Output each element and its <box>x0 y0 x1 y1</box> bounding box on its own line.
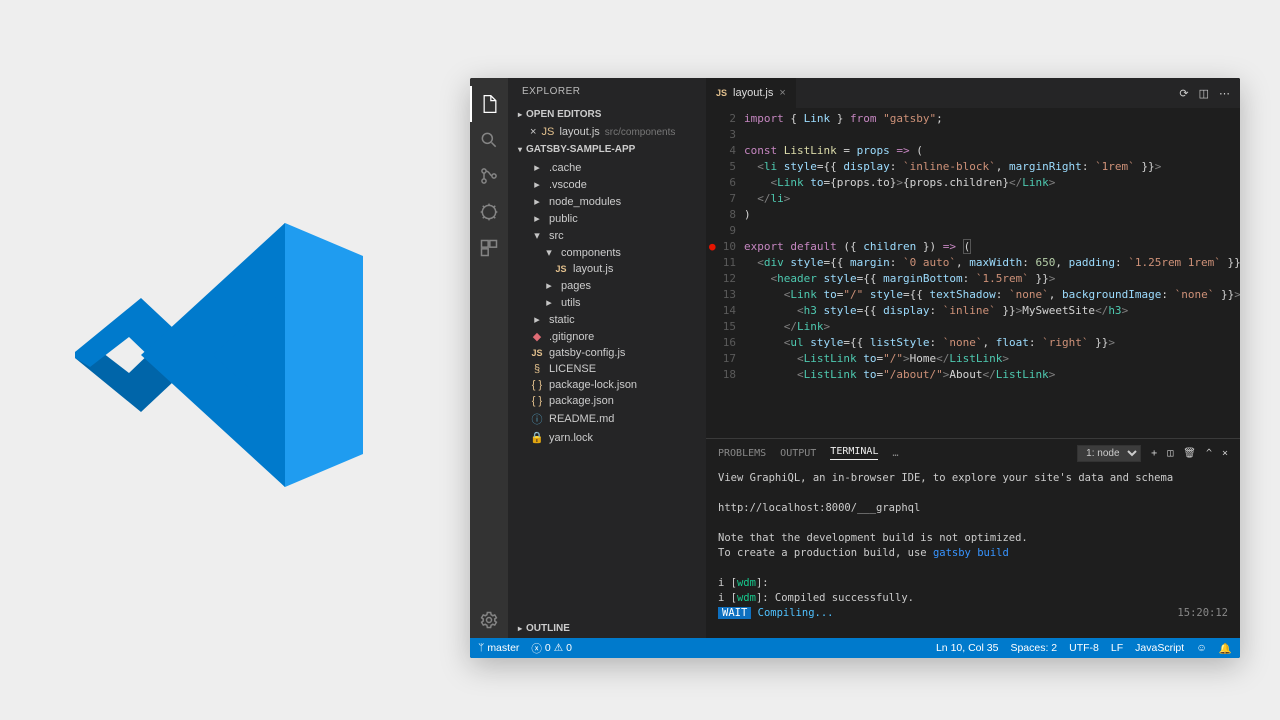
tab-bar: JS layout.js × ⟳ ◫ ⋯ <box>706 78 1240 108</box>
split-icon[interactable]: ◫ <box>1199 87 1209 100</box>
close-icon[interactable]: × <box>779 87 785 99</box>
close-panel-icon[interactable]: × <box>1222 448 1228 459</box>
tree-item-public[interactable]: ▸public <box>508 210 706 227</box>
terminal-selector[interactable]: 1: node <box>1077 445 1141 462</box>
editor-area: JS layout.js × ⟳ ◫ ⋯ 23456789●1011121314… <box>706 78 1240 638</box>
activity-bar <box>470 78 508 638</box>
status-problems[interactable]: ⓧ 0 ⚠ 0 <box>531 641 572 656</box>
open-editor-item[interactable]: × JS layout.js src/components <box>508 124 706 140</box>
tree-item--vscode[interactable]: ▸.vscode <box>508 176 706 193</box>
editor-window: EXPLORER ▸OPEN EDITORS × JS layout.js sr… <box>470 78 1240 658</box>
tree-item--gitignore[interactable]: ◆.gitignore <box>508 328 706 345</box>
tree-item-yarn-lock[interactable]: 🔒yarn.lock <box>508 429 706 446</box>
panel-tab-terminal[interactable]: TERMINAL <box>830 446 878 460</box>
sidebar-title: EXPLORER <box>508 78 706 105</box>
status-eol[interactable]: LF <box>1111 642 1123 654</box>
new-terminal-icon[interactable]: + <box>1151 448 1157 459</box>
terminal-output[interactable]: View GraphiQL, an in-browser IDE, to exp… <box>706 467 1240 638</box>
status-cursor[interactable]: Ln 10, Col 35 <box>936 642 998 654</box>
tree-item-license[interactable]: §LICENSE <box>508 361 706 377</box>
activity-explorer-icon[interactable] <box>470 86 508 122</box>
sidebar: EXPLORER ▸OPEN EDITORS × JS layout.js sr… <box>508 78 706 638</box>
compare-icon[interactable]: ⟳ <box>1179 87 1188 100</box>
tree-item-readme-md[interactable]: ⓘREADME.md <box>508 409 706 429</box>
tree-item-package-lock-json[interactable]: { }package-lock.json <box>508 377 706 393</box>
activity-extensions-icon[interactable] <box>470 230 508 266</box>
status-bar: ᛘ master ⓧ 0 ⚠ 0 Ln 10, Col 35 Spaces: 2… <box>470 638 1240 658</box>
panel-tabs: PROBLEMS OUTPUT TERMINAL … 1: node + ◫ 🗑… <box>706 439 1240 467</box>
status-bell-icon[interactable]: 🔔 <box>1219 642 1232 655</box>
code-editor[interactable]: 23456789●101112131415161718 import { Lin… <box>706 108 1240 438</box>
activity-debug-icon[interactable] <box>470 194 508 230</box>
bottom-panel: PROBLEMS OUTPUT TERMINAL … 1: node + ◫ 🗑… <box>706 438 1240 638</box>
activity-settings-icon[interactable] <box>470 602 508 638</box>
tree-item-utils[interactable]: ▸utils <box>508 294 706 311</box>
tab-layout-js[interactable]: JS layout.js × <box>706 78 796 108</box>
tree-item--cache[interactable]: ▸.cache <box>508 159 706 176</box>
tree-item-pages[interactable]: ▸pages <box>508 277 706 294</box>
split-terminal-icon[interactable]: ◫ <box>1167 448 1173 459</box>
panel-tab-output[interactable]: OUTPUT <box>780 448 816 459</box>
tree-item-gatsby-config-js[interactable]: JSgatsby-config.js <box>508 345 706 361</box>
maximize-panel-icon[interactable]: ^ <box>1206 448 1212 459</box>
section-open-editors[interactable]: ▸OPEN EDITORS <box>508 105 706 124</box>
status-lang[interactable]: JavaScript <box>1135 642 1184 654</box>
vscode-logo <box>50 180 400 530</box>
js-file-icon: JS <box>716 88 727 98</box>
panel-tab-more[interactable]: … <box>892 448 898 459</box>
tab-label: layout.js <box>733 87 773 99</box>
more-icon[interactable]: ⋯ <box>1219 87 1230 100</box>
tab-actions: ⟳ ◫ ⋯ <box>1179 87 1240 100</box>
status-branch[interactable]: ᛘ master <box>478 642 519 654</box>
js-file-icon: JS <box>541 126 554 138</box>
status-feedback-icon[interactable]: ☺ <box>1196 642 1207 654</box>
tree-item-components[interactable]: ▾components <box>508 244 706 261</box>
tree-item-layout-js[interactable]: JSlayout.js <box>508 261 706 277</box>
tree-item-package-json[interactable]: { }package.json <box>508 393 706 409</box>
activity-search-icon[interactable] <box>470 122 508 158</box>
status-encoding[interactable]: UTF-8 <box>1069 642 1099 654</box>
kill-terminal-icon[interactable]: 🗑 <box>1183 448 1196 459</box>
status-spaces[interactable]: Spaces: 2 <box>1010 642 1057 654</box>
tree-item-node-modules[interactable]: ▸node_modules <box>508 193 706 210</box>
tree-item-src[interactable]: ▾src <box>508 227 706 244</box>
section-outline[interactable]: ▸OUTLINE <box>508 619 706 638</box>
panel-tab-problems[interactable]: PROBLEMS <box>718 448 766 459</box>
tree-item-static[interactable]: ▸static <box>508 311 706 328</box>
section-project[interactable]: ▾GATSBY-SAMPLE-APP <box>508 140 706 159</box>
activity-scm-icon[interactable] <box>470 158 508 194</box>
close-icon[interactable]: × <box>530 126 536 138</box>
